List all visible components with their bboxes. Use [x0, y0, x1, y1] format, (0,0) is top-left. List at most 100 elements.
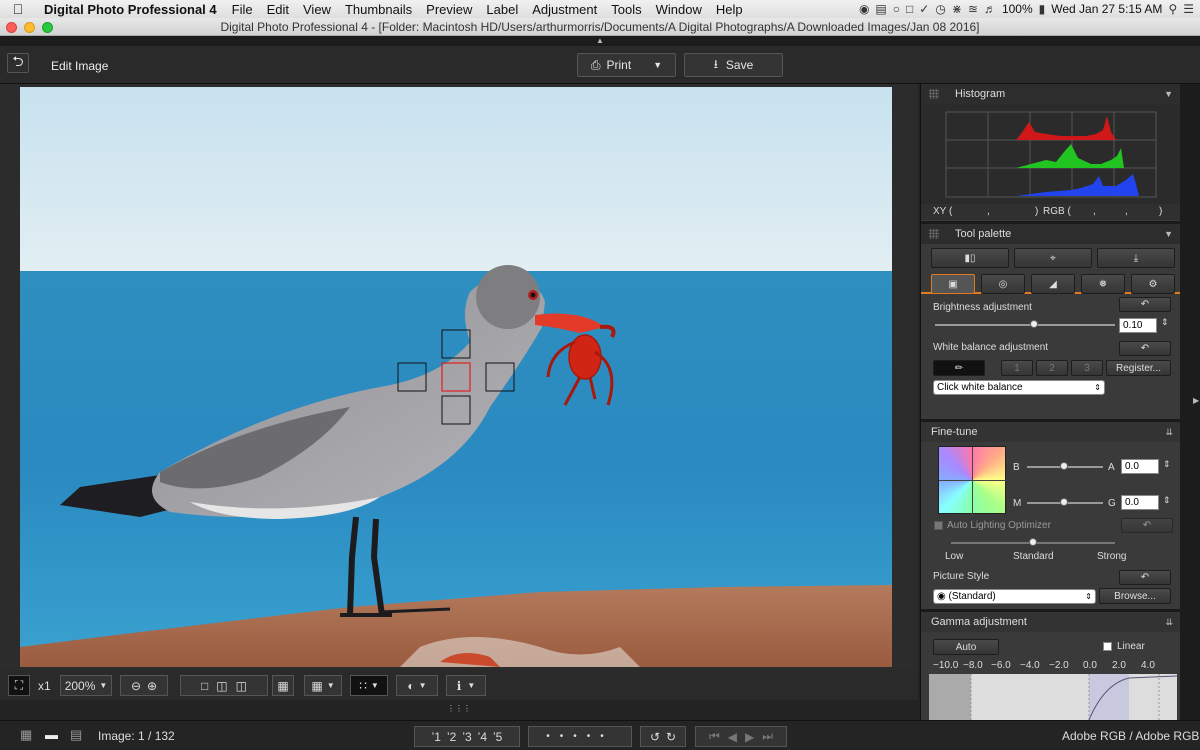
gamma-graph[interactable] — [929, 674, 1177, 720]
menu-extra2-icon[interactable]: ○ — [893, 2, 900, 16]
first-image-icon[interactable]: ⏮ — [709, 729, 720, 744]
zoom-select[interactable]: 200% ▼ — [60, 675, 112, 696]
apple-icon[interactable]:  — [0, 1, 36, 17]
fit-screen-button[interactable]: ⛶ — [8, 675, 30, 696]
tab-lens[interactable]: ◎ — [981, 274, 1025, 294]
battery-icon[interactable]: ▮ — [1039, 2, 1046, 16]
af-point-button[interactable]: ∷ ▼ — [350, 675, 388, 696]
close-window-button[interactable] — [6, 22, 17, 33]
expand-panel-icon[interactable]: ▶ — [1193, 396, 1199, 405]
menu-tools[interactable]: Tools — [604, 2, 648, 17]
time-machine-icon[interactable]: ◷ — [935, 2, 945, 16]
zoom-in-icon[interactable]: ⊕ — [147, 679, 157, 693]
toggle-button[interactable]: ▦ — [272, 675, 294, 696]
crop-tool-button[interactable]: ⌖ — [1014, 248, 1092, 268]
brightness-reset-button[interactable]: ↶ — [1119, 297, 1171, 312]
menu-edit[interactable]: Edit — [260, 2, 296, 17]
double-chevron-icon[interactable]: ⇊ — [1165, 422, 1173, 442]
last-image-icon[interactable]: ⏭ — [762, 729, 773, 744]
rotate-right-icon[interactable]: ↻ — [666, 730, 676, 744]
rotate-left-icon[interactable]: ↺ — [650, 730, 660, 744]
picture-style-reset-button[interactable]: ↶ — [1119, 570, 1171, 585]
fine-tune-header[interactable]: Fine-tune ⇊ — [921, 422, 1181, 442]
minimize-window-button[interactable] — [24, 22, 35, 33]
alo-slider-knob[interactable] — [1029, 538, 1037, 546]
menu-preview[interactable]: Preview — [419, 2, 479, 17]
save-button[interactable]: ⭳ Save — [684, 53, 783, 77]
wb-button-1[interactable]: 1 — [1001, 360, 1033, 376]
picture-style-select[interactable]: ◉ (Standard) ⇕ — [933, 589, 1096, 604]
compare-tool-button[interactable]: ▮▯ — [931, 248, 1009, 268]
wb-button-2[interactable]: 2 — [1036, 360, 1068, 376]
image-viewer[interactable] — [0, 84, 918, 670]
bluetooth-icon[interactable]: ⋇ — [952, 2, 962, 16]
highlight-warning-button[interactable]: ◐ ▼ — [396, 675, 438, 696]
gamma-auto-button[interactable]: Auto — [933, 639, 999, 655]
stamp-tool-button[interactable]: ⤓ — [1097, 248, 1175, 268]
menu-extra-icon[interactable]: ▤ — [875, 2, 886, 16]
star-rating[interactable]: ••••• — [528, 726, 632, 747]
check-mark-3[interactable]: ʼ3 — [462, 730, 471, 744]
gamma-header[interactable]: Gamma adjustment ⇊ — [921, 612, 1181, 632]
wb-select[interactable]: Click white balance ⇕ — [933, 380, 1105, 395]
collapse-triangle-icon[interactable]: ▼ — [1164, 84, 1173, 104]
collapse-top-handle[interactable]: ▲ — [0, 36, 1200, 46]
menu-file[interactable]: File — [225, 2, 260, 17]
thumbnail-grid-icon[interactable]: ▦ — [20, 727, 32, 743]
menu-window[interactable]: Window — [649, 2, 709, 17]
menu-thumbnails[interactable]: Thumbnails — [338, 2, 419, 17]
brightness-stepper-icon[interactable]: ⇕ — [1161, 317, 1169, 328]
check-mark-2[interactable]: ʼ2 — [447, 730, 456, 744]
ba-slider-knob[interactable] — [1060, 462, 1068, 470]
alo-checkbox[interactable] — [934, 521, 943, 530]
back-button[interactable]: ⮌ — [7, 53, 29, 73]
linear-checkbox[interactable] — [1103, 642, 1112, 651]
zoom-window-button[interactable] — [42, 22, 53, 33]
brightness-slider-knob[interactable] — [1030, 320, 1038, 328]
filmstrip-icon[interactable]: ▤ — [70, 727, 82, 743]
grip-icon[interactable] — [929, 229, 939, 239]
gull-photo[interactable] — [20, 87, 892, 667]
app-menu[interactable]: Digital Photo Professional 4 — [36, 2, 225, 17]
wifi-icon[interactable]: ≊ — [968, 2, 978, 16]
prev-image-icon[interactable]: ◀ — [728, 730, 737, 744]
zoom-out-icon[interactable]: ⊖ — [131, 679, 141, 693]
check-mark-1[interactable]: ʼ1 — [432, 730, 441, 744]
zoom-x1-label[interactable]: x1 — [38, 679, 51, 693]
a-stepper-icon[interactable]: ⇕ — [1163, 459, 1171, 470]
grid-button[interactable]: ▦ ▼ — [304, 675, 342, 696]
alo-reset-button[interactable]: ↶ — [1121, 518, 1173, 533]
grip-icon[interactable] — [929, 89, 939, 99]
g-stepper-icon[interactable]: ⇕ — [1163, 495, 1171, 506]
brightness-value-field[interactable]: 0.10 — [1119, 318, 1157, 333]
clock[interactable]: Wed Jan 27 5:15 AM — [1051, 2, 1162, 16]
menu-label[interactable]: Label — [479, 2, 525, 17]
single-view-icon[interactable]: □ — [201, 679, 208, 693]
a-value-field[interactable]: 0.0 — [1121, 459, 1159, 474]
tab-color[interactable]: ❅ — [1081, 274, 1125, 294]
menu-adjustment[interactable]: Adjustment — [525, 2, 604, 17]
next-image-icon[interactable]: ▶ — [745, 730, 754, 744]
check-mark-4[interactable]: ʼ4 — [478, 730, 487, 744]
wb-eyedropper-button[interactable]: ✏ — [933, 360, 985, 376]
menu-view[interactable]: View — [296, 2, 338, 17]
split-view-icon[interactable]: ◫ — [216, 679, 227, 693]
menu-help[interactable]: Help — [709, 2, 750, 17]
creative-cloud-icon[interactable]: ◉ — [859, 2, 869, 16]
wb-button-3[interactable]: 3 — [1071, 360, 1103, 376]
double-chevron-icon[interactable]: ⇊ — [1165, 612, 1173, 632]
volume-icon[interactable]: ♬ — [984, 2, 996, 16]
tool-palette-header[interactable]: Tool palette ▼ — [921, 224, 1181, 244]
spotlight-icon[interactable]: ⚲ — [1168, 2, 1177, 16]
browse-button[interactable]: Browse... — [1099, 588, 1171, 604]
info-button[interactable]: ℹ ▼ — [446, 675, 486, 696]
collapse-triangle-icon[interactable]: ▼ — [1164, 224, 1173, 244]
tab-tone-curve[interactable]: ◢ — [1031, 274, 1075, 294]
compare-view-icon[interactable]: ◫ — [236, 679, 247, 693]
histogram-header[interactable]: Histogram ▼ — [921, 84, 1181, 104]
dropdown-arrow-icon[interactable]: ▼ — [653, 60, 662, 70]
menu-extra3-icon[interactable]: □ — [906, 2, 913, 16]
tab-basic[interactable]: ▣ — [931, 274, 975, 294]
collapse-bottom-handle[interactable]: ⋮⋮⋮ — [0, 700, 918, 720]
single-image-icon[interactable]: ▬ — [45, 727, 58, 742]
